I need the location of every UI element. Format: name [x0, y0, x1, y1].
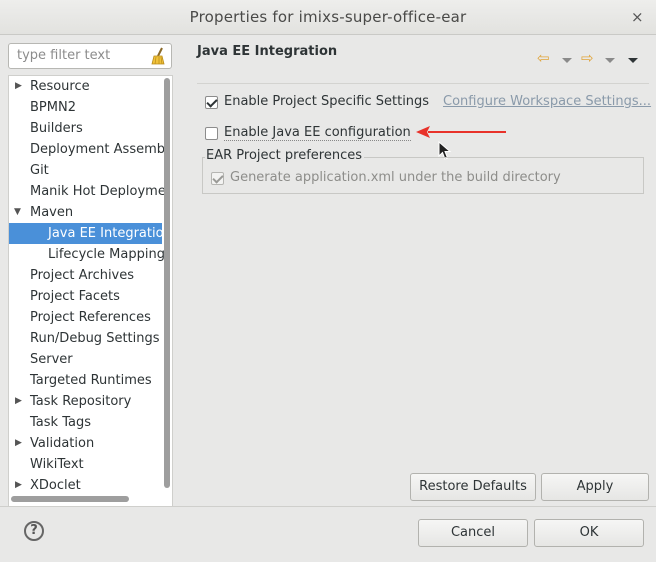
view-menu-icon[interactable]	[628, 58, 638, 63]
expand-icon[interactable]: ▶	[15, 433, 22, 454]
forward-history-dropdown-icon[interactable]	[605, 58, 615, 63]
collapse-icon[interactable]: ▼	[14, 202, 21, 223]
annotation-arrow	[416, 126, 506, 138]
clear-filter-icon[interactable]	[150, 47, 166, 65]
tree-item-label: BPMN2	[30, 100, 76, 115]
filter-input[interactable]: type filter text	[8, 43, 172, 69]
back-arrow-icon[interactable]: ⇦	[537, 49, 550, 67]
expand-icon[interactable]: ▶	[15, 475, 22, 496]
tree-item-label: Targeted Runtimes	[30, 373, 152, 388]
horizontal-scrollbar[interactable]	[11, 496, 129, 502]
apply-button[interactable]: Apply	[541, 473, 649, 501]
tree-item-label: Lifecycle Mapping	[48, 247, 165, 262]
back-history-dropdown-icon[interactable]	[562, 58, 572, 63]
tree-item-label: Task Repository	[30, 394, 132, 409]
enable-project-specific-label: Enable Project Specific Settings	[224, 94, 430, 109]
tree-item-label: Builders	[30, 121, 83, 136]
enable-javaee-label: Enable Java EE configuration	[224, 125, 411, 141]
help-icon[interactable]: ?	[24, 521, 44, 541]
ok-button[interactable]: OK	[534, 519, 644, 547]
forward-arrow-icon[interactable]: ⇨	[581, 49, 594, 67]
tree-item-label: Resource	[30, 79, 90, 94]
tree-item-label: XDoclet	[30, 478, 81, 493]
tree-item-label: Java EE Integratio	[48, 226, 164, 241]
tree-item-label: Deployment Assemb	[30, 142, 166, 157]
tree-item-label: Task Tags	[30, 415, 91, 430]
generate-appxml-label: Generate application.xml under the build…	[230, 170, 561, 185]
separator	[197, 83, 649, 84]
restore-defaults-button[interactable]: Restore Defaults	[410, 473, 536, 501]
vertical-scrollbar[interactable]	[164, 78, 170, 488]
window-title: Properties for imixs-super-office-ear	[189, 8, 467, 26]
title-bar: Properties for imixs-super-office-ear ×	[0, 0, 656, 35]
tree-item-label: Project Facets	[30, 289, 120, 304]
tree-item-label: Maven	[30, 205, 74, 220]
tree-item-label: Project Archives	[30, 268, 135, 283]
generate-appxml-checkbox[interactable]	[211, 172, 224, 185]
close-icon[interactable]: ×	[631, 8, 644, 26]
preference-tree[interactable]: ▶ Resource BPMN2 Builders Deployment Ass…	[8, 75, 173, 507]
cancel-button[interactable]: Cancel	[418, 519, 528, 547]
filter-placeholder: type filter text	[17, 48, 111, 63]
tree-item-label: Validation	[30, 436, 95, 451]
group-title: EAR Project preferences	[205, 148, 364, 163]
tree-item-label: WikiText	[30, 457, 84, 472]
tree-item-label: Run/Debug Settings	[30, 331, 160, 346]
tree-item-selected[interactable]: Java EE Integratio	[9, 223, 164, 244]
separator	[0, 506, 656, 507]
enable-javaee-checkbox[interactable]	[205, 127, 218, 140]
tree-item-label: Server	[30, 352, 73, 367]
tree-item-label: Git	[30, 163, 49, 178]
expand-icon[interactable]: ▶	[15, 76, 22, 97]
page-title: Java EE Integration	[197, 44, 338, 59]
tree-item-label: Project References	[30, 310, 151, 325]
enable-project-specific-checkbox[interactable]	[205, 96, 218, 109]
configure-workspace-link[interactable]: Configure Workspace Settings...	[443, 94, 651, 109]
expand-icon[interactable]: ▶	[15, 391, 22, 412]
tree-item-label: Manik Hot Deployme	[30, 184, 166, 199]
